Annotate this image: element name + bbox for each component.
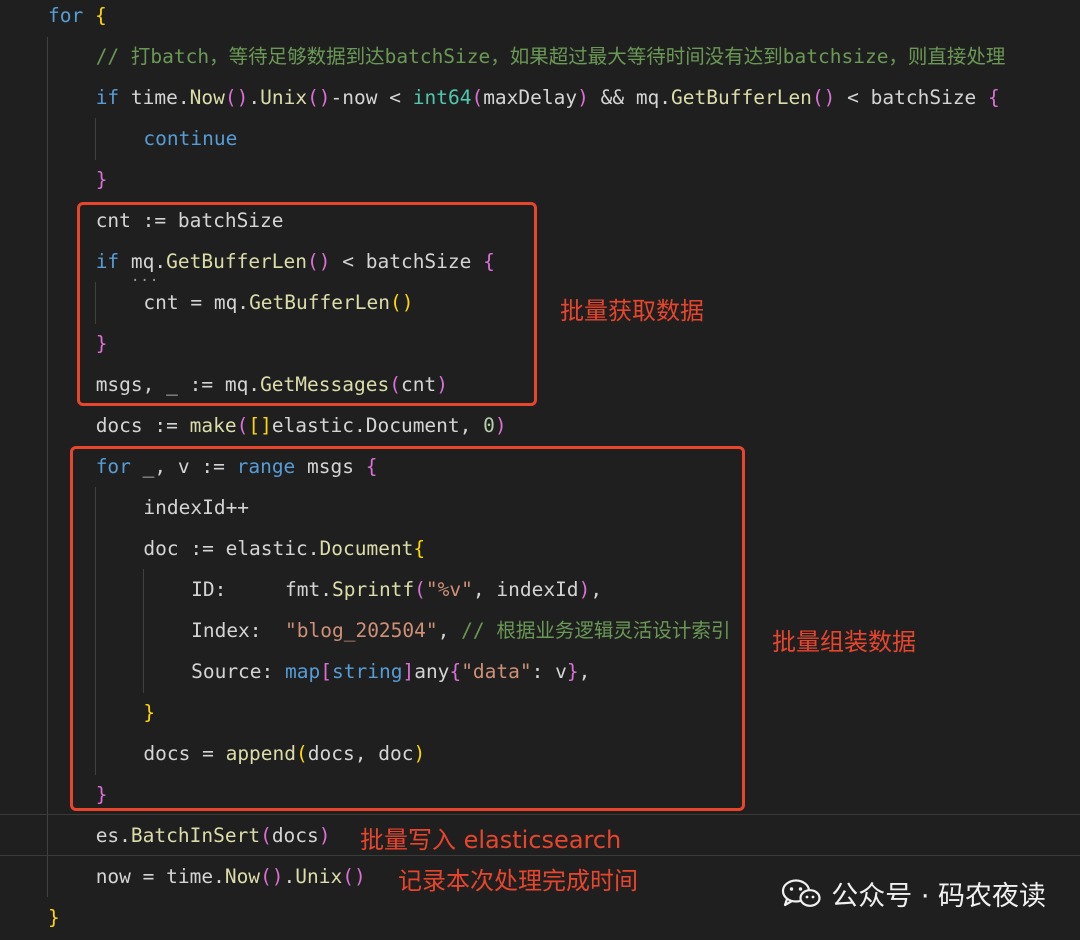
annotation-insert: 批量写入 elasticsearch [360, 826, 622, 854]
watermark: 公众号 · 码农夜读 [781, 874, 1046, 913]
code-token: () [224, 86, 249, 109]
code-token: () [307, 86, 331, 109]
code-token: time. [119, 86, 190, 109]
code-line-content: if time.Now().Unix()-now < int64(maxDela… [96, 77, 1000, 118]
code-token: now = time. [95, 865, 225, 888]
code-token: maxDelay [483, 86, 578, 109]
code-line: } [0, 159, 1080, 200]
code-token: -now < [330, 86, 413, 109]
code-token: () [811, 86, 836, 109]
code-token: < batchSize [835, 86, 989, 109]
code-token: . [283, 865, 296, 888]
code-line-content: // 打batch，等待足够数据到达batchSize，如果超过最大等待时间没有… [96, 36, 1006, 77]
code-token: ( [236, 414, 249, 437]
annotation-assemble: 批量组装数据 [772, 628, 916, 656]
code-token: { [988, 86, 1000, 109]
code-line-content: es.BatchInSert(docs) [96, 815, 331, 856]
code-token: es. [95, 824, 131, 847]
code-token: . [248, 86, 261, 109]
code-token: make [189, 414, 237, 437]
code-token: 0 [483, 414, 495, 437]
annotation-record: 记录本次处理完成时间 [398, 867, 638, 895]
code-token: Now [189, 86, 225, 109]
code-line-content: } [48, 897, 60, 938]
code-token: int64 [412, 86, 472, 109]
code-token: } [48, 906, 60, 929]
code-token: docs [271, 824, 319, 847]
code-line: docs := make([]elastic.Document, 0) [0, 405, 1080, 446]
code-token: for [48, 4, 84, 27]
code-token: docs := [95, 414, 190, 437]
code-token: } [95, 168, 108, 191]
code-line-content: now = time.Now().Unix() [96, 856, 366, 897]
watermark-text: 公众号 · 码农夜读 [831, 881, 1046, 912]
code-token: () [260, 865, 284, 888]
code-line-content: continue [143, 118, 237, 159]
code-token: { [94, 4, 107, 27]
code-token: [] [248, 414, 272, 437]
code-token: GetBufferLen [671, 86, 812, 109]
code-line: continue [0, 118, 1080, 159]
code-token: && mq. [588, 86, 672, 109]
code-line-content: } [96, 159, 108, 200]
code-token: if [95, 86, 120, 109]
code-token: ( [260, 824, 272, 847]
code-token: BatchInSert [130, 824, 261, 847]
code-line: // 打batch，等待足够数据到达batchSize，如果超过最大等待时间没有… [0, 36, 1080, 77]
assemble-highlight-box [70, 446, 745, 811]
wechat-icon [782, 878, 821, 907]
code-line: if time.Now().Unix()-now < int64(maxDela… [0, 77, 1080, 118]
code-token: continue [143, 127, 238, 150]
code-line-content: docs := make([]elastic.Document, 0) [96, 405, 507, 446]
code-token: ) [577, 86, 589, 109]
code-token: // 打batch，等待足够数据到达batchSize，如果超过最大等待时间没有… [95, 45, 1006, 68]
annotation-fetch: 批量获取数据 [560, 297, 704, 325]
fetch-highlight-box [77, 202, 537, 406]
code-token: Unix [295, 865, 343, 888]
code-token: ) [494, 414, 507, 437]
code-line-content: for { [48, 0, 107, 36]
code-token: Now [224, 865, 261, 888]
code-token: Unix [260, 86, 308, 109]
code-token: () [342, 865, 366, 888]
code-token: ( [471, 86, 484, 109]
code-line: for { [0, 0, 1080, 36]
code-token: ) [318, 824, 331, 847]
code-token: elastic.Document, [271, 414, 484, 437]
